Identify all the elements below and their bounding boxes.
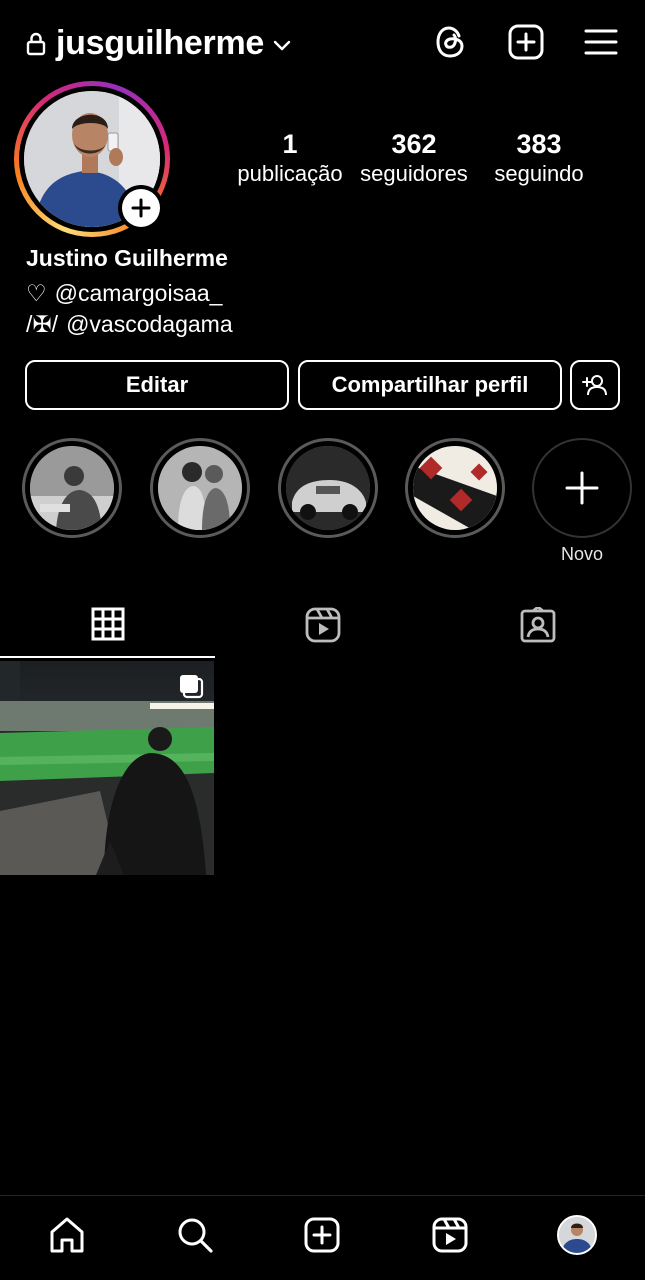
new-highlight-label: Novo: [560, 544, 604, 564]
bio-line: /✠/ @vascodagama: [26, 311, 233, 338]
profile-avatar-small: [557, 1215, 597, 1255]
threads-icon[interactable]: [433, 24, 469, 60]
new-post-icon[interactable]: [508, 24, 544, 60]
bottom-navigation: [0, 1195, 645, 1280]
create-icon[interactable]: [301, 1214, 343, 1256]
stat-label: publicação: [237, 161, 343, 186]
bio-line: ♡ @camargoisaa_: [26, 280, 222, 307]
highlight-cover: [30, 446, 114, 530]
cross-symbol: /✠/: [26, 311, 59, 337]
tab-posts-grid[interactable]: [0, 592, 215, 658]
menu-icon[interactable]: [583, 24, 619, 60]
plus-icon: [565, 471, 599, 505]
stat-value: 362: [391, 129, 437, 159]
profile-header: jusguilherme: [0, 18, 645, 68]
highlight-cover: [158, 446, 242, 530]
stat-value: 383: [516, 129, 562, 159]
post-thumbnail[interactable]: [0, 661, 214, 875]
username: jusguilherme: [56, 24, 265, 62]
share-profile-button[interactable]: Compartilhar perfil: [298, 360, 562, 410]
edit-profile-button[interactable]: Editar: [25, 360, 289, 410]
chevron-down-icon: [272, 39, 292, 53]
stat-label: seguidores: [360, 161, 468, 186]
followers-count[interactable]: 362 seguidores: [354, 128, 474, 188]
tagged-icon: [520, 607, 556, 643]
story-highlight[interactable]: [405, 438, 505, 538]
home-icon[interactable]: [46, 1214, 88, 1256]
posts-count: 1 publicação: [230, 128, 350, 188]
reels-icon[interactable]: [429, 1214, 471, 1256]
tab-tagged[interactable]: [430, 592, 645, 658]
discover-people-button[interactable]: [570, 360, 620, 410]
stat-label: seguindo: [494, 161, 584, 186]
carousel-icon: [178, 673, 204, 699]
story-highlight[interactable]: [150, 438, 250, 538]
stat-value: 1: [282, 129, 298, 159]
search-icon[interactable]: [174, 1214, 216, 1256]
reels-icon: [305, 607, 341, 643]
highlight-cover: [413, 446, 497, 530]
account-switcher[interactable]: jusguilherme: [26, 24, 292, 63]
following-count[interactable]: 383 seguindo: [479, 128, 599, 188]
story-highlight[interactable]: [22, 438, 122, 538]
bio-mention[interactable]: @camargoisaa_: [55, 280, 223, 307]
display-name: Justino Guilherme: [26, 245, 228, 271]
tab-reels[interactable]: [215, 592, 430, 658]
add-person-icon: [582, 374, 608, 396]
heart-symbol: ♡: [26, 280, 47, 306]
profile-tab[interactable]: [556, 1214, 598, 1256]
new-highlight[interactable]: Novo: [532, 438, 632, 565]
lock-icon: [26, 32, 46, 56]
story-highlight[interactable]: [278, 438, 378, 538]
grid-icon: [91, 607, 125, 641]
highlight-cover: [286, 446, 370, 530]
plus-icon: [130, 197, 152, 219]
bio-mention[interactable]: @vascodagama: [66, 311, 233, 338]
add-story-button[interactable]: [118, 185, 164, 231]
